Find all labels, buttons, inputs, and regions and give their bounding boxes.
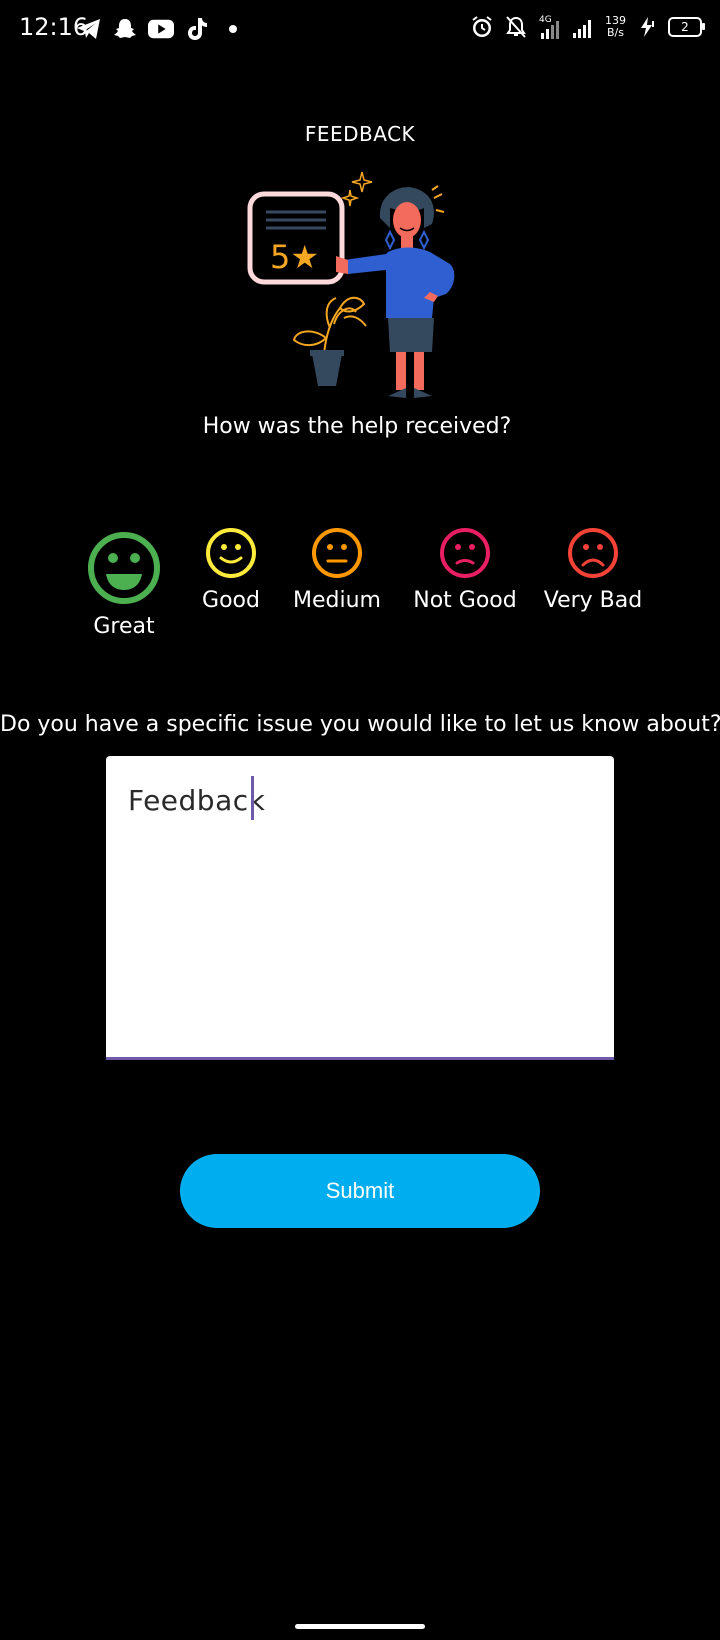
alarm-icon	[469, 12, 495, 42]
rating-medium[interactable]: Medium	[286, 526, 388, 613]
rating-label-good: Good	[202, 588, 260, 613]
status-bar: 12:16 4G 139 B/s 2	[0, 0, 720, 58]
rating-label-very-bad: Very Bad	[543, 588, 643, 613]
status-notification-icons	[76, 14, 246, 44]
charging-icon	[634, 12, 660, 42]
telegram-icon	[76, 14, 102, 44]
snapchat-icon	[112, 14, 138, 44]
help-question: How was the help received?	[202, 414, 512, 439]
feedback-illustration: 5★	[240, 168, 480, 410]
feedback-input[interactable]: Feedback	[106, 756, 614, 1060]
rating-great[interactable]: Great	[84, 530, 164, 639]
bell-muted-icon	[503, 12, 529, 42]
rating-very-bad[interactable]: Very Bad	[542, 526, 644, 613]
tiktok-icon	[184, 14, 210, 44]
rating-good[interactable]: Good	[190, 526, 272, 613]
signal-icon	[571, 12, 597, 42]
feedback-input-value: Feedback	[128, 784, 266, 817]
rating-label-great: Great	[93, 614, 155, 639]
rating-options: Great Good Medium Not Good Very Bad	[0, 526, 720, 646]
notification-dot-icon	[220, 14, 246, 44]
slight-frown-face-icon	[438, 526, 492, 584]
signal-4g-icon: 4G	[537, 12, 563, 42]
rating-label-medium: Medium	[293, 588, 381, 613]
battery-level: 2	[681, 20, 689, 34]
rating-card-text: 5★	[270, 238, 319, 276]
submit-button[interactable]: Submit	[180, 1154, 540, 1228]
issue-question: Do you have a specific issue you would l…	[0, 712, 720, 737]
rating-not-good[interactable]: Not Good	[410, 526, 520, 613]
status-system-icons: 4G 139 B/s 2	[469, 12, 705, 42]
page-title: FEEDBACK	[304, 122, 416, 146]
feedback-screen: 12:16 4G 139 B/s 2 FEEDBACK 5★ How was t…	[0, 0, 720, 1640]
svg-text:4G: 4G	[539, 15, 552, 25]
neutral-face-icon	[310, 526, 364, 584]
network-speed: 139 B/s	[605, 14, 626, 39]
great-face-icon	[86, 530, 162, 610]
youtube-icon	[148, 14, 174, 44]
rating-label-not-good: Not Good	[413, 588, 517, 613]
battery-indicator: 2	[668, 17, 705, 37]
home-indicator[interactable]	[295, 1624, 425, 1629]
text-cursor	[251, 776, 254, 820]
frown-face-icon	[566, 526, 620, 584]
smiley-face-icon	[204, 526, 258, 584]
